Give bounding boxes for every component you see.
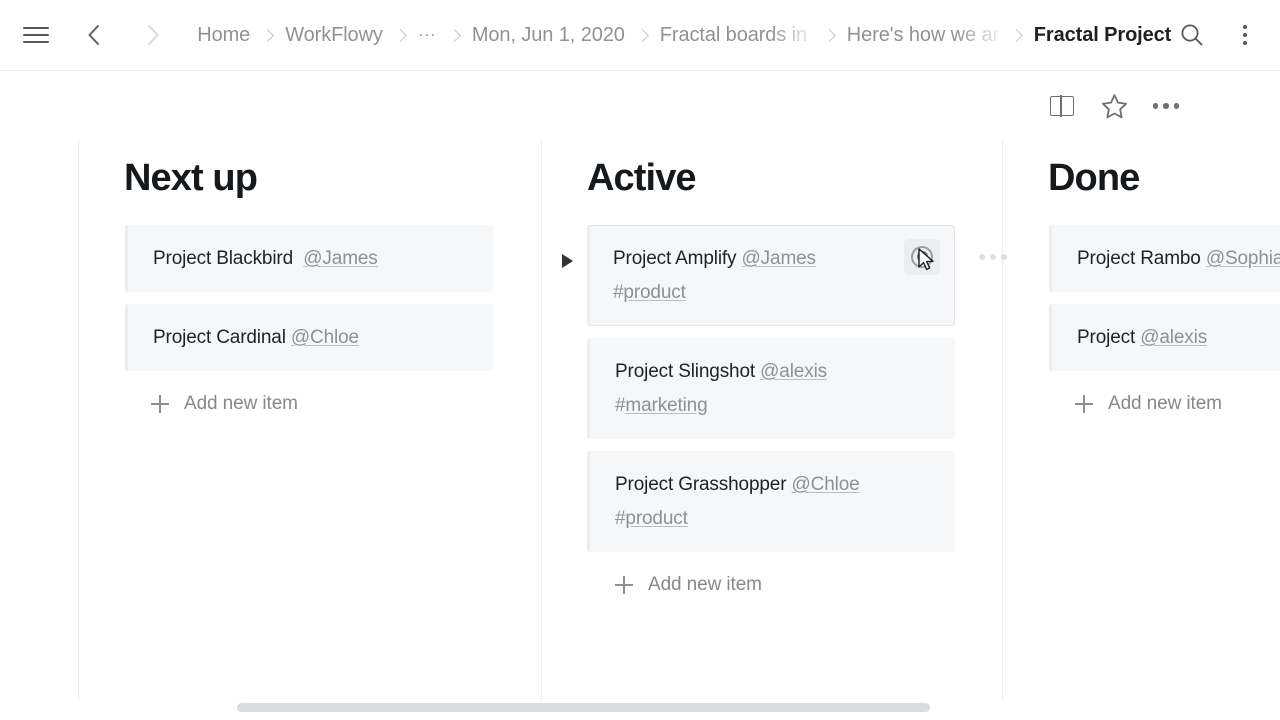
- column-title: Active: [587, 158, 1002, 200]
- board: Next up Project Blackbird @James Project…: [0, 140, 1280, 720]
- board-card[interactable]: Project Grasshopper @Chloe #product: [587, 451, 955, 552]
- breadcrumb-item-ellipsis[interactable]: ⋯: [418, 25, 437, 46]
- board-card[interactable]: Project Blackbird @James: [125, 225, 493, 292]
- board-card[interactable]: Project Slingshot @alexis #marketing: [587, 338, 955, 439]
- card-text: Project Cardinal: [153, 327, 286, 348]
- card-text: Project Blackbird: [153, 248, 293, 269]
- column-cards: Project Rambo @Sophia Project @alexis: [1003, 225, 1280, 371]
- plus-icon: [151, 395, 169, 413]
- add-new-item-label: Add new item: [1108, 393, 1222, 415]
- star-button[interactable]: [1092, 84, 1136, 128]
- breadcrumb-item-workflowy[interactable]: WorkFlowy: [285, 24, 383, 47]
- card-mention[interactable]: @Chloe: [792, 474, 860, 495]
- add-new-item-button[interactable]: Add new item: [615, 574, 1002, 596]
- breadcrumb-item-heres-how[interactable]: Here's how we are using: [847, 24, 999, 47]
- horizontal-scrollbar[interactable]: [237, 703, 930, 712]
- card-line: Project Rambo @Sophia: [1077, 242, 1280, 276]
- toggle-panel-button[interactable]: [1040, 84, 1084, 128]
- expand-triangle-icon[interactable]: [562, 254, 573, 268]
- hamburger-icon: [23, 26, 49, 44]
- kebab-vertical-icon: [1243, 33, 1247, 37]
- card-tag[interactable]: #product: [615, 508, 688, 529]
- breadcrumb-separator-icon: [636, 29, 649, 42]
- card-line: Project Cardinal @Chloe: [153, 321, 477, 355]
- card-mention[interactable]: @alexis: [1140, 327, 1207, 348]
- breadcrumb-separator-icon: [448, 29, 461, 42]
- document-more-button[interactable]: [1144, 84, 1188, 128]
- card-text: Project Grasshopper: [615, 474, 786, 495]
- bullet-button[interactable]: [904, 239, 940, 275]
- menu-button[interactable]: [0, 26, 49, 44]
- split-panel-icon: [1050, 96, 1074, 116]
- breadcrumb-item-date[interactable]: Mon, Jun 1, 2020: [472, 24, 625, 47]
- card-text: Project Slingshot: [615, 361, 755, 382]
- nav-forward-button[interactable]: [136, 17, 172, 53]
- card-tag[interactable]: #marketing: [615, 395, 708, 416]
- board-card[interactable]: Project Amplify @James #product: [587, 225, 955, 326]
- card-text: Project: [1077, 327, 1135, 348]
- header-overflow-button[interactable]: [1232, 22, 1258, 48]
- card-line: #marketing: [615, 389, 939, 423]
- card-text: Project Amplify: [613, 248, 736, 269]
- dots-horizontal-icon: [1153, 103, 1180, 109]
- breadcrumb-item-fractal-boards[interactable]: Fractal boards in WorkFlowy: [660, 24, 812, 47]
- card-line: Project Amplify @James: [613, 242, 938, 276]
- add-new-item-label: Add new item: [648, 574, 762, 596]
- header-actions: [1172, 15, 1258, 55]
- star-icon: [1100, 92, 1129, 121]
- chevron-left-icon: [86, 23, 101, 47]
- card-line: Project Slingshot @alexis: [615, 355, 939, 389]
- plus-icon: [615, 576, 633, 594]
- search-icon: [1179, 22, 1205, 48]
- dots-horizontal-icon: [990, 254, 996, 260]
- card-line: Project Blackbird @James: [153, 242, 477, 276]
- plus-icon: [1075, 395, 1093, 413]
- column-title: Next up: [124, 158, 541, 200]
- card-tag-text: product: [623, 282, 685, 303]
- board-column-active: Active Project Amplify @James #product: [542, 140, 1002, 700]
- kebab-vertical-icon: [1243, 41, 1247, 45]
- document-toolbar: [0, 72, 1280, 140]
- dots-horizontal-icon: [979, 254, 985, 260]
- card-line: #product: [613, 276, 938, 310]
- board-card[interactable]: Project Cardinal @Chloe: [125, 304, 493, 371]
- column-cards: Project Blackbird @James Project Cardina…: [79, 225, 541, 371]
- nav-back-button[interactable]: [76, 17, 112, 53]
- breadcrumb-separator-icon: [261, 29, 274, 42]
- breadcrumb-item-current: Fractal Projects: [1034, 24, 1172, 47]
- card-mention[interactable]: @Chloe: [291, 327, 359, 348]
- kebab-vertical-icon: [1243, 25, 1247, 29]
- card-mention[interactable]: @Sophia: [1206, 248, 1280, 269]
- board-column-done: Done Project Rambo @Sophia Project @alex…: [1003, 140, 1280, 700]
- chevron-right-icon: [146, 23, 161, 47]
- card-text: Project Rambo: [1077, 248, 1201, 269]
- card-tag[interactable]: #product: [613, 282, 686, 303]
- bullet-circle-icon: [911, 246, 933, 268]
- column-title: Done: [1048, 158, 1280, 200]
- board-column-next-up: Next up Project Blackbird @James Project…: [79, 140, 541, 700]
- add-new-item-label: Add new item: [184, 393, 298, 415]
- breadcrumb-separator-icon: [394, 29, 407, 42]
- card-line: Project Grasshopper @Chloe: [615, 468, 939, 502]
- add-new-item-button[interactable]: Add new item: [151, 393, 541, 415]
- breadcrumb-item-home[interactable]: Home: [197, 24, 250, 47]
- breadcrumb-separator-icon: [1010, 29, 1023, 42]
- board-card[interactable]: Project Rambo @Sophia: [1049, 225, 1280, 292]
- column-cards: Project Amplify @James #product: [542, 225, 1002, 552]
- app-header: Home WorkFlowy ⋯ Mon, Jun 1, 2020 Fracta…: [0, 0, 1280, 71]
- add-new-item-button[interactable]: Add new item: [1075, 393, 1280, 415]
- card-mention[interactable]: @James: [742, 248, 816, 269]
- board-card[interactable]: Project @alexis: [1049, 304, 1280, 371]
- card-line: #product: [615, 502, 939, 536]
- search-button[interactable]: [1172, 15, 1212, 55]
- breadcrumb-separator-icon: [823, 29, 836, 42]
- card-mention[interactable]: @alexis: [760, 361, 827, 382]
- breadcrumb: Home WorkFlowy ⋯ Mon, Jun 1, 2020 Fracta…: [197, 24, 1172, 47]
- card-mention[interactable]: @James: [298, 248, 378, 269]
- card-line: Project @alexis: [1077, 321, 1280, 355]
